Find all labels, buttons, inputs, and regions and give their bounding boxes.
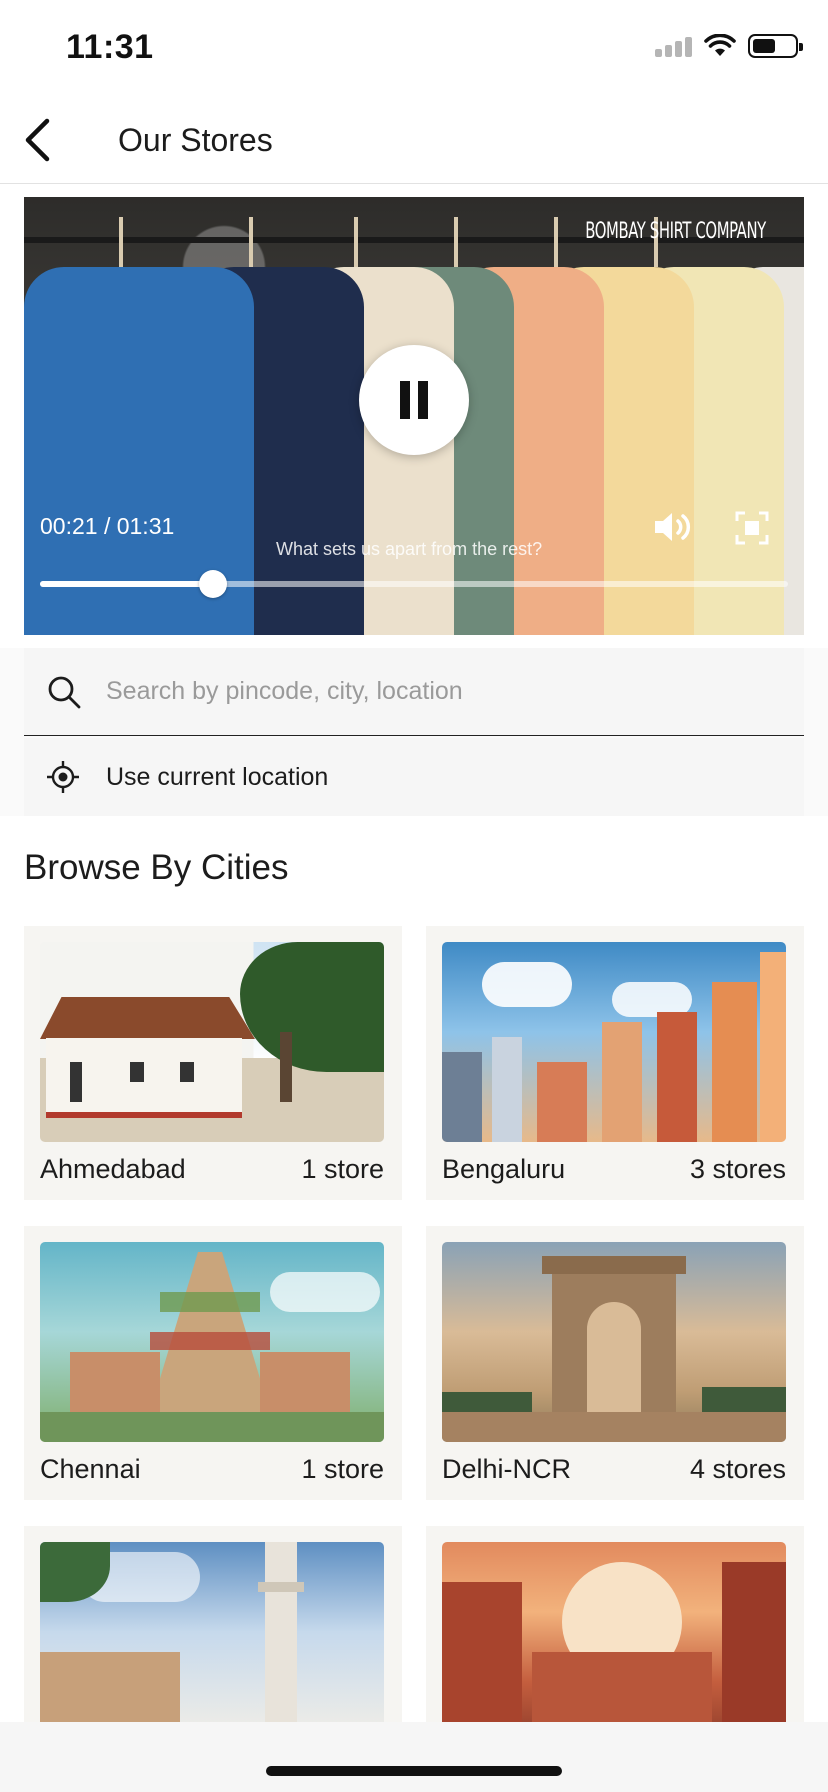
city-store-count: 1 store	[301, 1154, 384, 1184]
battery-icon	[748, 34, 803, 58]
city-image-6	[442, 1542, 786, 1742]
status-bar: 11:31	[0, 0, 828, 96]
city-name: Bengaluru	[442, 1154, 566, 1184]
chevron-left-icon	[25, 118, 50, 162]
cellular-signal-icon	[655, 35, 692, 57]
video-caption: What sets us apart from the rest?	[276, 539, 543, 559]
browse-by-cities-heading: Browse By Cities	[24, 848, 289, 887]
city-image-bengaluru	[442, 942, 786, 1142]
home-indicator-area	[0, 1722, 828, 1792]
store-search-panel: Use current location	[0, 648, 828, 816]
status-time: 11:31	[66, 28, 154, 66]
city-image-chennai	[40, 1242, 384, 1442]
search-icon	[48, 676, 81, 708]
city-card-delhi-ncr[interactable]: Delhi-NCR 4 stores	[426, 1226, 804, 1500]
video-progress-thumb[interactable]	[198, 570, 227, 598]
crosshair-location-icon	[47, 761, 79, 793]
use-current-location-button[interactable]: Use current location	[24, 738, 804, 816]
city-card-chennai[interactable]: Chennai 1 store	[24, 1226, 402, 1500]
video-time: 00:21 / 01:31	[40, 513, 175, 539]
city-name: Delhi-NCR	[442, 1454, 572, 1484]
video-player[interactable]: BOMBAY SHIRT COMPANY 00:21 / 01:31 What …	[24, 197, 804, 635]
video-progress-fill	[40, 581, 213, 587]
city-card-bengaluru[interactable]: Bengaluru 3 stores	[426, 926, 804, 1200]
brand-watermark: BOMBAY SHIRT COMPANY	[585, 219, 766, 244]
city-store-count: 1 store	[301, 1454, 384, 1484]
city-store-count: 4 stores	[689, 1454, 786, 1484]
city-name: Ahmedabad	[40, 1154, 186, 1184]
city-image-5	[40, 1542, 384, 1742]
city-card-ahmedabad[interactable]: Ahmedabad 1 store	[24, 926, 402, 1200]
city-store-count: 3 stores	[689, 1154, 786, 1184]
app-header: Our Stores	[0, 96, 828, 184]
city-image-ahmedabad	[40, 942, 384, 1142]
status-icons	[655, 34, 803, 58]
wifi-icon	[704, 34, 736, 56]
search-bar[interactable]	[24, 648, 804, 736]
video-progress-bar[interactable]	[40, 570, 788, 598]
city-name: Chennai	[40, 1454, 141, 1484]
use-current-location-label: Use current location	[106, 762, 329, 791]
volume-icon[interactable]	[652, 509, 694, 545]
search-input[interactable]	[106, 677, 746, 706]
fullscreen-icon[interactable]	[734, 510, 770, 546]
city-image-delhi-ncr	[442, 1242, 786, 1442]
home-indicator[interactable]	[266, 1766, 562, 1776]
pause-button[interactable]	[359, 345, 469, 455]
pause-icon	[400, 381, 410, 419]
back-button[interactable]	[8, 110, 68, 170]
page-title: Our Stores	[118, 122, 273, 158]
